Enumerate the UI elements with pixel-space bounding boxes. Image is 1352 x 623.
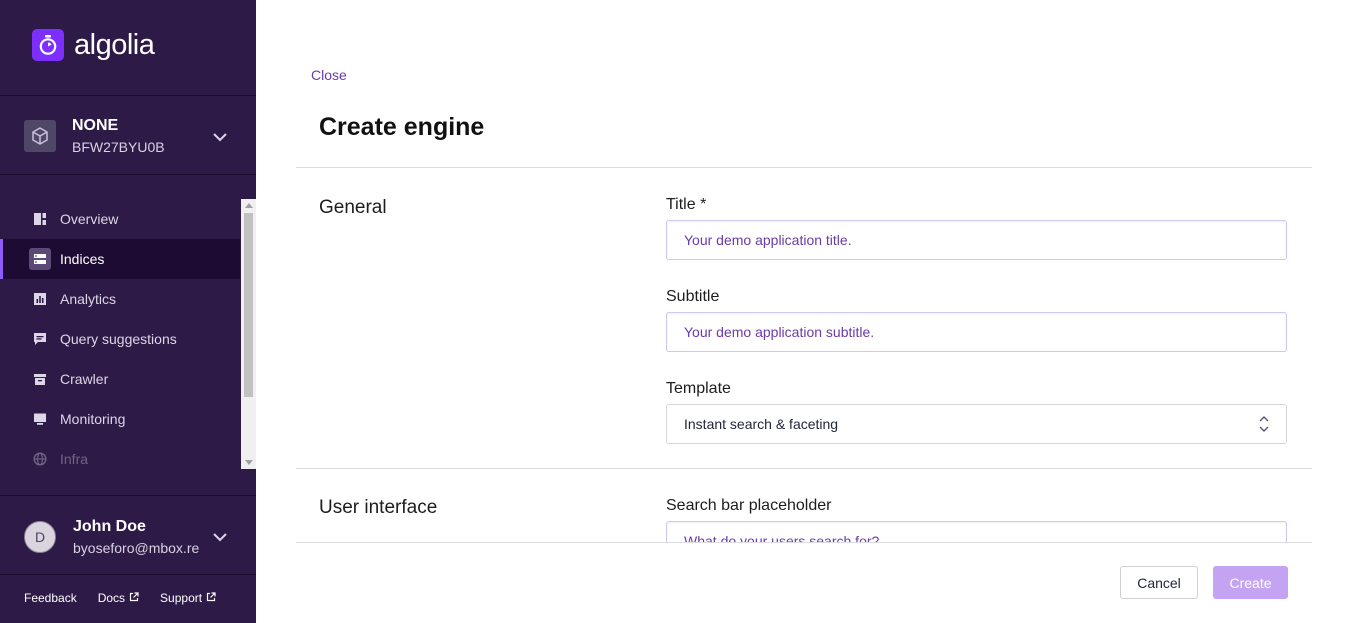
sidebar-item-label: Monitoring (60, 411, 126, 427)
feedback-label: Feedback (24, 591, 77, 605)
subtitle-input[interactable]: Your demo application subtitle. (666, 312, 1287, 352)
app-switcher[interactable]: NONE BFW27BYU0B (24, 117, 234, 155)
sidebar: algolia NONE BFW27BYU0B Overview Indices… (0, 0, 256, 623)
sidebar-scrollbar[interactable] (241, 199, 256, 469)
app-id: BFW27BYU0B (72, 138, 165, 155)
docs-link[interactable]: Docs (98, 591, 139, 605)
monitoring-icon (32, 411, 48, 427)
search-placeholder-label: Search bar placeholder (666, 497, 832, 514)
divider (296, 167, 1312, 168)
sidebar-item-label: Analytics (60, 291, 117, 307)
brand-name: algolia (74, 29, 155, 61)
cube-icon (24, 120, 56, 152)
divider (0, 495, 256, 496)
scroll-viewport: User interface Search bar placeholder Wh… (296, 469, 1312, 542)
support-link[interactable]: Support (160, 591, 216, 605)
template-select[interactable]: Instant search & faceting (666, 404, 1287, 444)
support-label: Support (160, 591, 203, 605)
close-link[interactable]: Close (311, 67, 347, 83)
template-label: Template (666, 380, 731, 397)
user-name: John Doe (73, 517, 146, 535)
sidebar-item-label: Crawler (60, 371, 109, 387)
sidebar-item-label: Query suggestions (60, 331, 177, 347)
select-arrows-icon (1258, 414, 1270, 437)
cancel-button[interactable]: Cancel (1120, 566, 1198, 599)
external-link-icon (206, 591, 216, 605)
chevron-down-icon[interactable] (212, 129, 228, 147)
sidebar-item-analytics[interactable]: Analytics (0, 279, 240, 319)
sidebar-item-label: Indices (60, 251, 105, 267)
algolia-logo[interactable]: algolia (32, 29, 155, 61)
avatar: D (24, 521, 56, 553)
divider (0, 174, 256, 175)
section-title-user-interface: User interface (319, 497, 438, 518)
stopwatch-icon (32, 29, 64, 61)
sidebar-nav: Overview Indices Analytics Query suggest… (0, 199, 240, 469)
chevron-down-icon[interactable] (212, 529, 228, 547)
indices-icon (29, 248, 51, 270)
create-button[interactable]: Create (1213, 566, 1288, 599)
scroll-down-arrow-icon[interactable] (245, 460, 253, 465)
sidebar-footer: Feedback Docs Support (24, 591, 237, 605)
docs-label: Docs (97, 591, 126, 605)
user-email: byoseforo@mbox.re (73, 539, 200, 556)
page-title: Create engine (319, 113, 485, 141)
globe-icon (32, 451, 48, 467)
user-menu[interactable]: D John Doe byoseforo@mbox.re (24, 517, 234, 557)
sidebar-item-infra[interactable]: Infra (0, 439, 240, 469)
feedback-link[interactable]: Feedback (24, 591, 77, 605)
crawler-icon (32, 371, 48, 387)
title-label: Title * (666, 196, 707, 213)
search-placeholder-input[interactable]: What do your users search for? (666, 521, 1287, 542)
sidebar-item-label: Infra (60, 451, 89, 467)
divider (0, 95, 256, 96)
scroll-thumb[interactable] (244, 213, 253, 397)
title-input[interactable]: Your demo application title. (666, 220, 1287, 260)
section-title-general: General (319, 197, 387, 218)
query-suggestions-icon (32, 331, 48, 347)
divider (0, 574, 256, 575)
sidebar-item-crawler[interactable]: Crawler (0, 359, 240, 399)
app-name: NONE (72, 116, 119, 134)
sidebar-item-monitoring[interactable]: Monitoring (0, 399, 240, 439)
template-select-value: Instant search & faceting (684, 416, 839, 432)
overview-icon (32, 211, 48, 227)
subtitle-label: Subtitle (666, 288, 720, 305)
sidebar-item-overview[interactable]: Overview (0, 199, 240, 239)
sidebar-item-label: Overview (60, 211, 119, 227)
sidebar-item-query-suggestions[interactable]: Query suggestions (0, 319, 240, 359)
sidebar-item-indices[interactable]: Indices (0, 239, 240, 279)
divider (296, 542, 1312, 543)
analytics-icon (32, 291, 48, 307)
scroll-up-arrow-icon[interactable] (245, 203, 253, 208)
external-link-icon (129, 591, 139, 605)
